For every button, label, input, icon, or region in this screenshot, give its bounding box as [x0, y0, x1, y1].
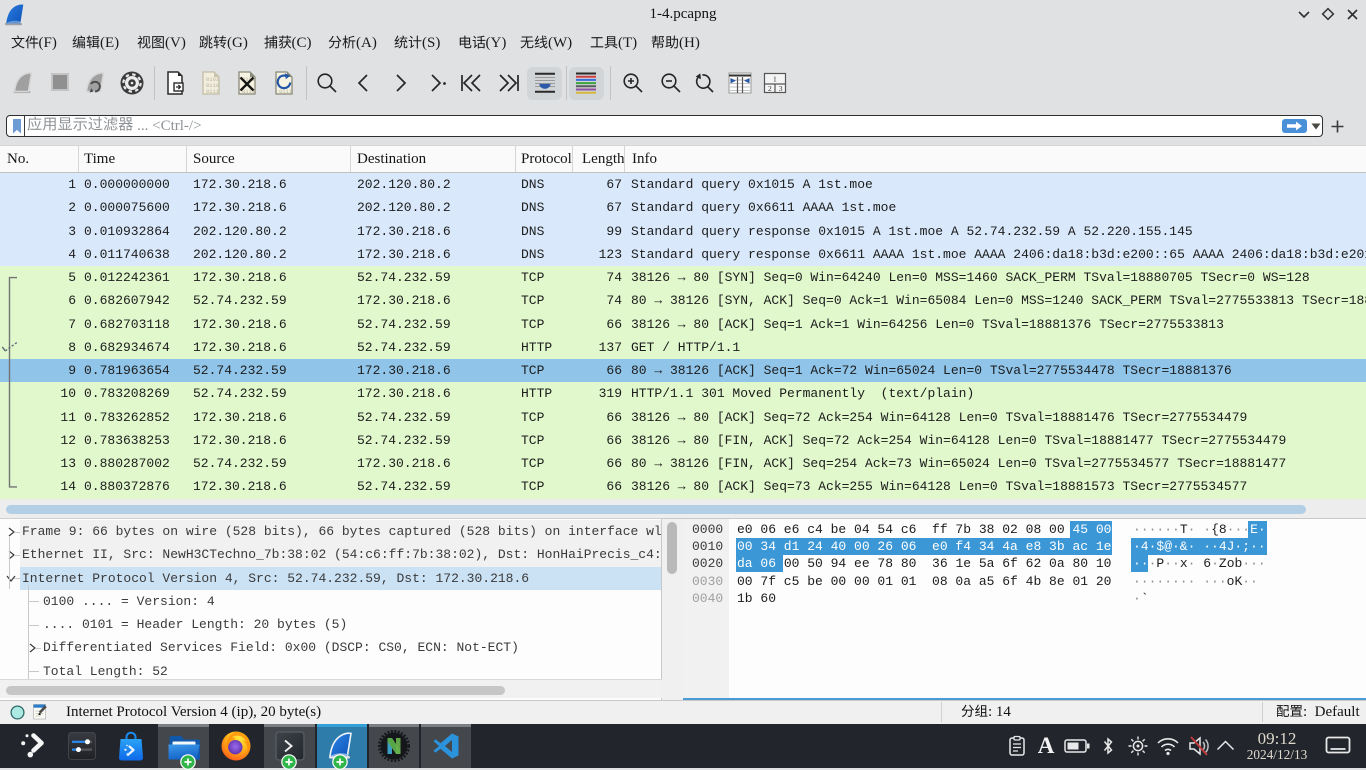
svg-text:1: 1: [773, 75, 777, 84]
svg-text:0111: 0111: [242, 88, 256, 95]
svg-text:3: 3: [779, 84, 783, 93]
svg-text:0111: 0111: [206, 88, 220, 95]
svg-text:0111: 0111: [279, 88, 293, 95]
svg-text:2: 2: [768, 84, 772, 93]
